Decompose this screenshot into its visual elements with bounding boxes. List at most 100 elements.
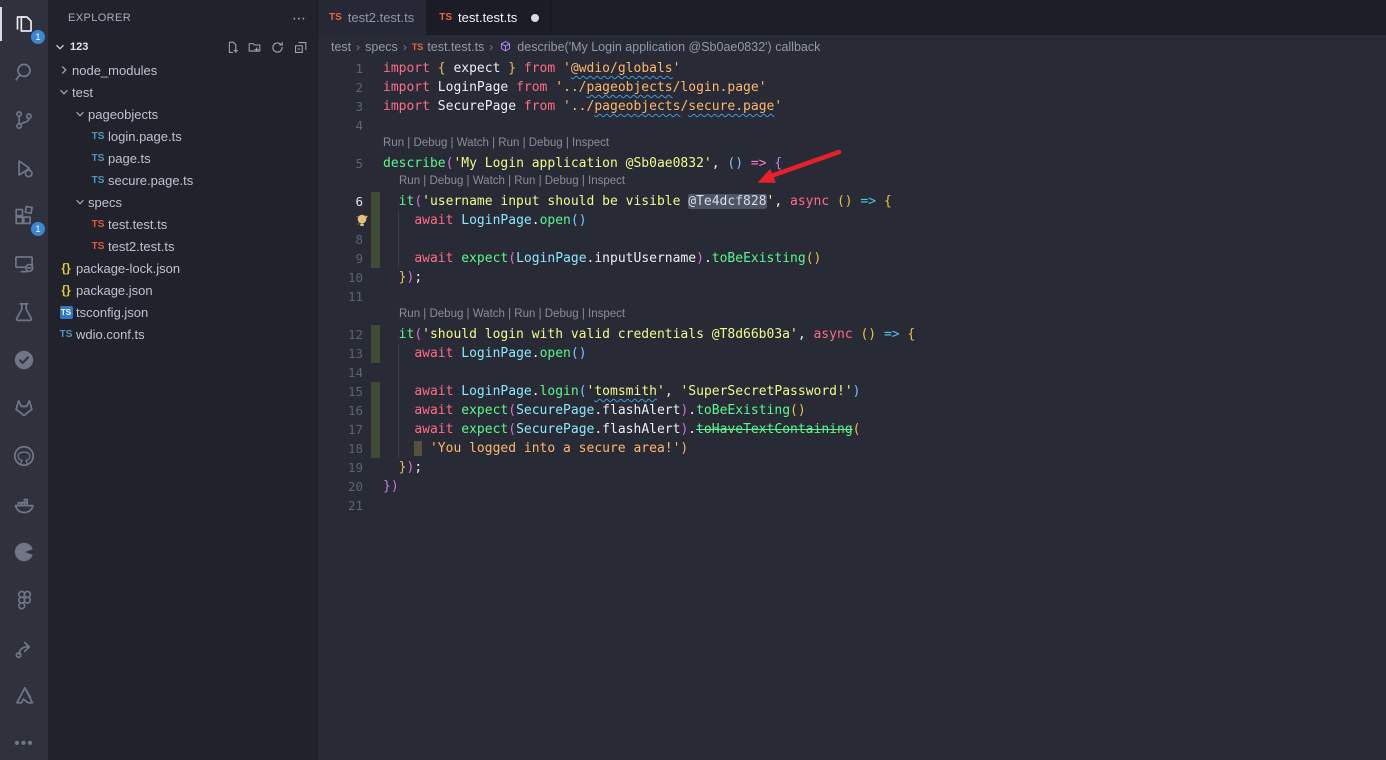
code-editor[interactable]: 1import { expect } from '@wdio/globals'2…	[317, 59, 1386, 760]
activity-live-share-icon[interactable]	[0, 624, 48, 672]
code-line-15[interactable]: 15 await LoginPage.login('tomsmith', 'Su…	[317, 382, 1386, 401]
breadcrumb: test›specs›TStest.test.ts›describe('My L…	[317, 35, 1386, 58]
code-line-14[interactable]: 14	[317, 363, 1386, 382]
code-line-4[interactable]: 4	[317, 116, 1386, 135]
tree-file-package.json[interactable]: {}package.json	[48, 279, 317, 301]
activity-figma-icon[interactable]	[0, 576, 48, 624]
activity-explorer-icon[interactable]: 1	[0, 0, 48, 48]
code-line-13[interactable]: 13 await LoginPage.open()	[317, 344, 1386, 363]
tree-item-label: secure.page.ts	[108, 173, 193, 188]
workspace-folder-name: 123	[70, 41, 223, 53]
code-line-6[interactable]: 6 it('username input should be visible @…	[317, 192, 1386, 211]
code-line-11[interactable]: 11	[317, 287, 1386, 306]
git-added-gutter	[371, 211, 380, 230]
code-line-17[interactable]: 17 await expect(SecurePage.flashAlert).t…	[317, 420, 1386, 439]
activity-search-icon[interactable]	[0, 48, 48, 96]
code-line-1[interactable]: 1import { expect } from '@wdio/globals'	[317, 59, 1386, 78]
breadcrumb-item[interactable]: test	[331, 40, 351, 54]
line-number: 19	[317, 458, 363, 477]
line-number: 20	[317, 477, 363, 496]
tree-file-package-lock.json[interactable]: {}package-lock.json	[48, 257, 317, 279]
code-line-2[interactable]: 2import LoginPage from '../pageobjects/l…	[317, 78, 1386, 97]
tab-test.test.ts[interactable]: TStest.test.ts	[427, 0, 552, 35]
activity-more-icon[interactable]: •••	[0, 720, 48, 760]
breadcrumb-label: test	[331, 40, 351, 54]
git-added-gutter	[371, 230, 380, 249]
breadcrumb-item[interactable]: TStest.test.ts	[412, 40, 484, 54]
code-line-content: });	[383, 268, 422, 287]
folder-section-header[interactable]: 123	[48, 36, 317, 58]
code-line-9[interactable]: 9 await expect(LoginPage.inputUsername).…	[317, 249, 1386, 268]
activity-docker-icon[interactable]	[0, 480, 48, 528]
tree-folder-specs[interactable]: specs	[48, 191, 317, 213]
code-line-10[interactable]: 10 });	[317, 268, 1386, 287]
code-line-content: import LoginPage from '../pageobjects/lo…	[383, 78, 767, 97]
code-line-20[interactable]: 20})	[317, 477, 1386, 496]
tree-folder-node_modules[interactable]: node_modules	[48, 59, 317, 81]
codelens-actions[interactable]: Run | Debug | Watch | Run | Debug | Insp…	[399, 175, 625, 187]
codelens-actions[interactable]: Run | Debug | Watch | Run | Debug | Insp…	[383, 137, 609, 149]
code-line-5[interactable]: 5describe('My Login application @Sb0ae08…	[317, 154, 1386, 173]
new-folder-icon[interactable]	[246, 39, 263, 56]
line-number: 21	[317, 496, 363, 515]
activity-remote-explorer-icon[interactable]	[0, 240, 48, 288]
collapse-folders-icon[interactable]	[292, 39, 309, 56]
vscode-window: 11••• EXPLORER ⋯ 123 node_modulestestpag…	[0, 0, 1386, 760]
tree-item-label: pageobjects	[88, 107, 158, 122]
activity-source-control-icon[interactable]	[0, 96, 48, 144]
activity-gitlab-icon[interactable]	[0, 384, 48, 432]
tree-file-page.ts[interactable]: TSpage.ts	[48, 147, 317, 169]
activity-extensions-icon[interactable]: 1	[0, 192, 48, 240]
breadcrumb-separator: ›	[403, 40, 407, 54]
activity-testing-icon[interactable]	[0, 288, 48, 336]
code-line-content: await LoginPage.login('tomsmith', 'Super…	[383, 382, 860, 401]
codelens-actions[interactable]: Run | Debug | Watch | Run | Debug | Insp…	[399, 308, 625, 320]
tree-file-tsconfig.json[interactable]: TStsconfig.json	[48, 301, 317, 323]
codelens-row: Run | Debug | Watch | Run | Debug | Insp…	[317, 135, 1386, 154]
activity-run-debug-icon[interactable]	[0, 144, 48, 192]
code-line-12[interactable]: 12 it('should login with valid credentia…	[317, 325, 1386, 344]
refresh-icon[interactable]	[269, 39, 286, 56]
activity-azure-icon[interactable]	[0, 672, 48, 720]
code-line-16[interactable]: 16 await expect(SecurePage.flashAlert).t…	[317, 401, 1386, 420]
code-line-21[interactable]: 21	[317, 496, 1386, 515]
tree-folder-pageobjects[interactable]: pageobjects	[48, 103, 317, 125]
chevron-down-icon	[56, 85, 72, 99]
tab-label: test.test.ts	[458, 10, 517, 25]
highlighted-tag: @Te4dcf828	[688, 194, 766, 209]
code-line-3[interactable]: 3import SecurePage from '../pageobjects/…	[317, 97, 1386, 116]
code-line-19[interactable]: 19 });	[317, 458, 1386, 477]
chevron-down-icon	[72, 107, 88, 121]
activity-github-icon[interactable]	[0, 432, 48, 480]
line-number: 16	[317, 401, 363, 420]
line-number: 11	[317, 287, 363, 306]
typescript-file-icon: TS	[88, 153, 108, 164]
tree-item-label: tsconfig.json	[76, 305, 148, 320]
code-line-content: it('should login with valid credentials …	[383, 325, 915, 344]
tab-label: test2.test.ts	[348, 10, 414, 25]
tab-bar: TS test2.test.ts TStest.test.ts	[317, 0, 1386, 35]
activity-bar: 1 1 •••	[0, 0, 48, 760]
tree-file-test.test.ts[interactable]: TStest.test.ts	[48, 213, 317, 235]
tree-folder-test[interactable]: test	[48, 81, 317, 103]
typescript-file-icon: TS	[329, 12, 342, 23]
tree-item-label: specs	[88, 195, 122, 210]
tree-file-wdio.conf.ts[interactable]: TSwdio.conf.ts	[48, 323, 317, 345]
code-line-7[interactable]: 7 await LoginPage.open()	[317, 211, 1386, 230]
code-line-18[interactable]: 18 'You logged into a secure area!')	[317, 439, 1386, 458]
tree-file-test2.test.ts[interactable]: TStest2.test.ts	[48, 235, 317, 257]
tab-test2.test.ts[interactable]: TS test2.test.ts	[317, 0, 427, 35]
views-more-actions-icon[interactable]: ⋯	[292, 10, 307, 27]
tree-file-login.page.ts[interactable]: TSlogin.page.ts	[48, 125, 317, 147]
activity-pie-circle-icon[interactable]	[0, 528, 48, 576]
activity-check-circle-icon[interactable]	[0, 336, 48, 384]
modified-dot-icon[interactable]	[531, 14, 539, 22]
code-line-8[interactable]: 8	[317, 230, 1386, 249]
git-added-gutter	[371, 439, 380, 458]
breadcrumb-item[interactable]: describe('My Login application @Sb0ae083…	[498, 39, 820, 54]
breadcrumb-item[interactable]: specs	[365, 40, 398, 54]
badge: 1	[31, 30, 45, 44]
tree-file-secure.page.ts[interactable]: TSsecure.page.ts	[48, 169, 317, 191]
new-file-icon[interactable]	[223, 39, 240, 56]
line-number: 4	[317, 116, 363, 135]
